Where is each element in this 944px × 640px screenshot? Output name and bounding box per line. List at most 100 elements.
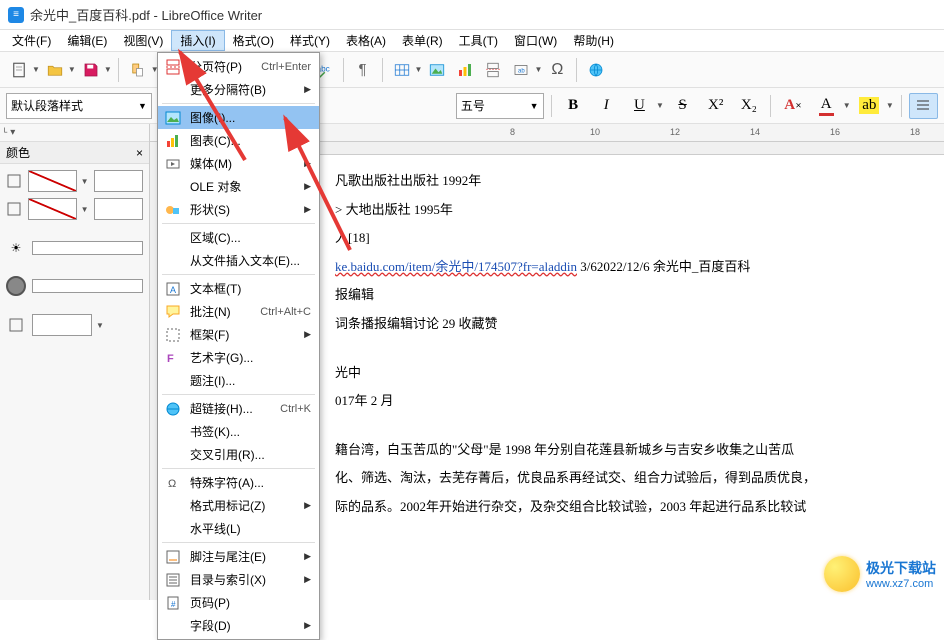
menu-styles[interactable]: 样式(Y) <box>282 30 338 51</box>
save-dropdown-icon[interactable]: ▼ <box>104 65 112 74</box>
menu-item-e[interactable]: 脚注与尾注(E)▶ <box>158 545 319 568</box>
text-line: > 大地出版社 1995年 <box>335 196 944 225</box>
font-size-combo[interactable]: 五号▼ <box>456 93 544 119</box>
recent-color-dropdown-icon[interactable]: ▼ <box>96 321 104 330</box>
menu-item-label: 页码(P) <box>190 594 311 611</box>
paste-button[interactable] <box>125 57 151 83</box>
title-bar: ≡ 余光中_百度百科.pdf - LibreOffice Writer <box>0 0 944 30</box>
table-dropdown-icon[interactable]: ▼ <box>415 65 423 74</box>
paragraph-style-combo[interactable]: 默认段落样式▼ <box>6 93 152 119</box>
text-line: 籍台湾，白玉苦瓜的"父母"是 1998 年分别自花莲县新城乡与吉安乡收集之山苦瓜 <box>335 436 944 465</box>
menu-item-i[interactable]: 题注(I)... <box>158 369 319 392</box>
insert-hyperlink-button[interactable] <box>583 57 609 83</box>
workspace: ᴸ ▾ 颜色 × ▼ ▼ ☀ <box>0 124 944 600</box>
menu-item-l[interactable]: 水平线(L) <box>158 517 319 540</box>
menu-item-f[interactable]: 框架(F)▶ <box>158 323 319 346</box>
menu-tools[interactable]: 工具(T) <box>451 30 506 51</box>
new-dropdown-icon[interactable]: ▼ <box>32 65 40 74</box>
menu-item-k[interactable]: 书签(K)... <box>158 420 319 443</box>
insert-chart-button[interactable] <box>452 57 478 83</box>
highlight-dropdown-icon[interactable]: ▼ <box>886 101 894 110</box>
frame-icon <box>164 326 182 344</box>
fill-color-none[interactable] <box>28 170 77 192</box>
menu-item-e[interactable]: 从文件插入文本(E)... <box>158 249 319 272</box>
menu-item-a[interactable]: Ω特殊字符(A)... <box>158 471 319 494</box>
toc-icon <box>164 571 182 589</box>
main-toolbar: ▼ ▼ ▼ ▼ ▼ ▼ abc ¶ ▼ ab▼ Ω <box>0 52 944 88</box>
sidebar-close-icon[interactable]: × <box>136 146 143 160</box>
menu-window[interactable]: 窗口(W) <box>506 30 565 51</box>
menu-item-m[interactable]: 媒体(M)▶ <box>158 152 319 175</box>
textframe-icon: A <box>164 280 182 298</box>
font-color-dropdown-icon[interactable]: ▼ <box>843 101 851 110</box>
subscript-button[interactable]: X₂ <box>734 93 763 119</box>
formatting-marks-button[interactable]: ¶ <box>350 57 376 83</box>
menu-item-n[interactable]: 批注(N)Ctrl+Alt+C <box>158 300 319 323</box>
line-color-dropdown-icon[interactable]: ▼ <box>81 205 89 214</box>
menu-item-label: 更多分隔符(B) <box>190 81 292 98</box>
menu-item-i[interactable]: 图像(I)... <box>158 106 319 129</box>
menu-item-r[interactable]: 交叉引用(R)... <box>158 443 319 466</box>
insert-field-button[interactable]: ab <box>508 57 534 83</box>
font-color-button[interactable]: A <box>812 93 841 119</box>
menu-edit[interactable]: 编辑(E) <box>59 30 115 51</box>
menu-insert[interactable]: 插入(I) <box>171 30 224 51</box>
menu-item-d[interactable]: 字段(D)▶ <box>158 614 319 637</box>
menu-item-h[interactable]: 超链接(H)...Ctrl+K <box>158 397 319 420</box>
blank-icon <box>164 617 182 635</box>
save-button[interactable] <box>78 57 104 83</box>
open-button[interactable] <box>42 57 68 83</box>
menu-item-g[interactable]: F艺术字(G)... <box>158 346 319 369</box>
document-page[interactable]: 凡歌出版社出版社 1992年 > 大地出版社 1995年 人[18] ke.ba… <box>310 154 944 600</box>
open-dropdown-icon[interactable]: ▼ <box>68 65 76 74</box>
menu-item-c[interactable]: 区域(C)... <box>158 226 319 249</box>
line-color-none[interactable] <box>28 198 77 220</box>
menu-view[interactable]: 视图(V) <box>115 30 171 51</box>
insert-image-button[interactable] <box>424 57 450 83</box>
insert-special-char-button[interactable]: Ω <box>544 57 570 83</box>
field-dropdown-icon[interactable]: ▼ <box>534 65 542 74</box>
insert-pagebreak-button[interactable] <box>480 57 506 83</box>
line-hex-input[interactable] <box>94 198 143 220</box>
underline-dropdown-icon[interactable]: ▼ <box>656 101 664 110</box>
menu-item-b[interactable]: 更多分隔符(B)▶ <box>158 78 319 101</box>
underline-button[interactable]: U <box>625 93 654 119</box>
brightness-slider[interactable] <box>32 241 143 255</box>
menu-item-z[interactable]: 格式用标记(Z)▶ <box>158 494 319 517</box>
highlight-button[interactable]: ab <box>855 93 884 119</box>
menu-item-label: 图表(C)... <box>190 132 311 149</box>
strikethrough-button[interactable]: S <box>668 93 697 119</box>
menu-item-x[interactable]: 目录与索引(X)▶ <box>158 568 319 591</box>
menu-file[interactable]: 文件(F) <box>4 30 59 51</box>
menu-item-label: 特殊字符(A)... <box>190 474 311 491</box>
sidebar-prev-icon[interactable]: ᴸ ▾ <box>4 127 15 138</box>
fontwork-icon: F <box>164 349 182 367</box>
clear-format-button[interactable]: A⨯ <box>778 93 807 119</box>
insert-table-button[interactable] <box>389 57 415 83</box>
menu-format[interactable]: 格式(O) <box>225 30 282 51</box>
bold-button[interactable]: B <box>559 93 588 119</box>
menu-help[interactable]: 帮助(H) <box>565 30 622 51</box>
menu-table[interactable]: 表格(A) <box>338 30 394 51</box>
text-line: 报编辑 <box>335 281 944 310</box>
menu-item-c[interactable]: 图表(C)... <box>158 129 319 152</box>
align-justify-button[interactable] <box>909 93 938 119</box>
menu-item-s[interactable]: 形状(S)▶ <box>158 198 319 221</box>
fill-hex-input[interactable] <box>94 170 143 192</box>
menu-item-p[interactable]: 分页符(P)Ctrl+Enter <box>158 55 319 78</box>
submenu-arrow-icon: ▶ <box>304 620 311 631</box>
fill-color-dropdown-icon[interactable]: ▼ <box>81 177 89 186</box>
menu-item-label: 目录与索引(X) <box>190 571 292 588</box>
recent-color-box[interactable] <box>32 314 92 336</box>
menu-item-p[interactable]: #页码(P) <box>158 591 319 614</box>
menu-item-ole[interactable]: OLE 对象▶ <box>158 175 319 198</box>
italic-button[interactable]: I <box>592 93 621 119</box>
hyperlink-text[interactable]: ke.baidu.com/item/余光中/174507?fr=aladdin <box>335 259 577 274</box>
menu-item-t[interactable]: A文本框(T) <box>158 277 319 300</box>
contrast-slider[interactable] <box>32 279 143 293</box>
menu-form[interactable]: 表单(R) <box>394 30 451 51</box>
menu-item-label: 媒体(M) <box>190 155 292 172</box>
superscript-button[interactable]: X² <box>701 93 730 119</box>
new-doc-button[interactable] <box>6 57 32 83</box>
submenu-arrow-icon: ▶ <box>304 500 311 511</box>
